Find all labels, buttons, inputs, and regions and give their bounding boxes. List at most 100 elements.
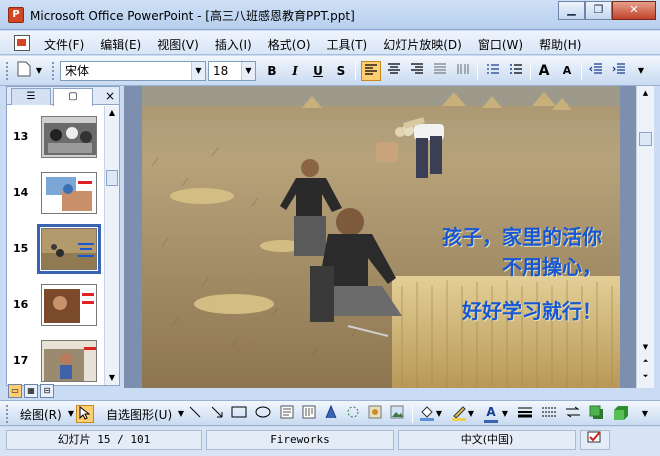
clipart-icon[interactable] — [366, 405, 384, 423]
shrink-font-button[interactable]: A — [557, 61, 577, 81]
slide-sorter-icon[interactable]: ▦ — [24, 384, 38, 398]
scroll-down-icon[interactable]: ▼ — [639, 342, 652, 353]
decrease-indent-button[interactable] — [586, 61, 606, 81]
bullets-button[interactable] — [506, 61, 526, 81]
thumbnail-row[interactable]: 16 — [7, 280, 105, 332]
font-name-select[interactable]: 宋体 ▼ — [60, 61, 206, 81]
scroll-thumb[interactable] — [106, 170, 118, 186]
menu-edit[interactable]: 编辑(E) — [100, 36, 141, 53]
thumbnail-row[interactable]: 14 — [7, 168, 105, 220]
align-right-button[interactable] — [407, 61, 427, 81]
distribute-button[interactable] — [430, 61, 450, 81]
select-arrow-icon[interactable] — [76, 405, 94, 423]
textbox-tool-icon[interactable] — [278, 405, 296, 423]
tab-outline[interactable]: ☰ — [11, 88, 51, 105]
font-color-icon[interactable]: A — [482, 405, 500, 423]
numbering-button[interactable] — [483, 61, 503, 81]
chevron-down-icon[interactable]: ▼ — [241, 62, 255, 80]
increase-indent-button[interactable] — [609, 61, 629, 81]
wordart-icon[interactable] — [322, 404, 340, 423]
font-size-select[interactable]: 18 ▼ — [208, 61, 256, 81]
rectangle-tool-icon[interactable] — [230, 405, 248, 423]
toolbar-separator — [477, 62, 478, 80]
menu-slideshow[interactable]: 幻灯片放映(D) — [383, 36, 462, 53]
menu-format[interactable]: 格式(O) — [268, 36, 311, 53]
powerpoint-icon[interactable]: P — [8, 7, 24, 23]
toolbar-grip[interactable] — [6, 405, 9, 423]
scroll-thumb[interactable] — [639, 132, 652, 146]
slide-position: 幻灯片 15 / 101 — [6, 430, 202, 450]
chevron-down-icon[interactable]: ▼ — [191, 62, 205, 80]
chevron-down-icon[interactable]: ▼ — [34, 61, 44, 81]
toolbar-grip[interactable] — [52, 62, 55, 80]
autoshapes-button[interactable]: 自选图形(U) — [106, 406, 172, 423]
arrow-style-icon[interactable] — [564, 405, 582, 423]
dash-style-icon[interactable] — [540, 405, 558, 423]
bold-button[interactable]: B — [262, 61, 282, 81]
menu-tools[interactable]: 工具(T) — [327, 36, 368, 53]
chevron-down-icon[interactable]: ▼ — [434, 405, 444, 423]
thumbnail-scrollbar[interactable]: ▲ ▼ — [104, 106, 119, 385]
slide-editing-area: 孩子，家里的活你 不用操心， 好好学习就行！ — [124, 86, 636, 388]
shadow-button[interactable]: S — [331, 61, 351, 81]
diagram-icon[interactable] — [344, 405, 362, 423]
next-slide-icon[interactable]: ⏷ — [639, 371, 652, 382]
tab-slides[interactable]: ▢ — [53, 88, 93, 106]
toolbar-grip[interactable] — [6, 62, 9, 80]
grow-font-button[interactable]: A — [534, 61, 554, 81]
slideshow-view-icon[interactable]: ⊟ — [40, 384, 54, 398]
slide-thumbnail[interactable] — [41, 172, 97, 214]
shadow-style-icon[interactable] — [588, 405, 606, 423]
menu-insert[interactable]: 插入(I) — [215, 36, 252, 53]
slide-scrollbar[interactable]: ▲ ▼ ⏶ ⏷ — [636, 86, 654, 388]
align-center-button[interactable] — [384, 61, 404, 81]
normal-view-icon[interactable]: ▭ — [8, 384, 22, 398]
close-icon[interactable]: × — [105, 88, 115, 104]
thumbnail-row[interactable]: 15 — [7, 224, 105, 276]
current-slide[interactable]: 孩子，家里的活你 不用操心， 好好学习就行！ — [142, 86, 620, 388]
pane-tabs: ☰ ▢ × — [7, 87, 119, 106]
menu-view[interactable]: 视图(V) — [157, 36, 199, 53]
menu-help[interactable]: 帮助(H) — [539, 36, 581, 53]
document-icon[interactable] — [14, 35, 30, 51]
line-tool-icon[interactable] — [186, 405, 204, 423]
3d-style-icon[interactable] — [612, 405, 630, 423]
draw-menu-button[interactable]: 绘图(R) — [20, 406, 62, 423]
slide-thumbnail[interactable] — [41, 284, 97, 326]
underline-button[interactable]: U — [308, 61, 328, 81]
slide-thumbnail-selected[interactable] — [37, 224, 101, 274]
insert-picture-icon[interactable] — [388, 405, 406, 423]
scroll-down-icon[interactable]: ▼ — [106, 372, 118, 384]
previous-slide-icon[interactable]: ⏶ — [639, 356, 652, 367]
close-button[interactable]: ✕ — [612, 1, 656, 20]
toolbar-options-icon[interactable]: ▼ — [636, 405, 654, 423]
oval-tool-icon[interactable] — [254, 405, 272, 423]
spellcheck-icon[interactable] — [580, 430, 610, 450]
menu-file[interactable]: 文件(F) — [44, 36, 84, 53]
line-style-icon[interactable] — [516, 405, 534, 423]
toolbar-separator — [412, 405, 413, 423]
slide-caption[interactable]: 孩子，家里的活你 不用操心， 好好学习就行！ — [442, 222, 602, 326]
slide-thumbnail[interactable] — [41, 340, 97, 382]
vertical-textbox-icon[interactable] — [300, 405, 318, 423]
menu-window[interactable]: 窗口(W) — [478, 36, 523, 53]
bullet-list-icon — [510, 64, 522, 74]
chevron-down-icon[interactable]: ▼ — [466, 405, 476, 423]
thumbnail-row[interactable]: 13 — [7, 112, 105, 164]
scroll-up-icon[interactable]: ▲ — [106, 107, 118, 119]
align-left-button[interactable] — [361, 61, 381, 81]
thumbnail-row[interactable]: 17 — [7, 336, 105, 385]
minimize-button[interactable]: ▁ — [558, 1, 585, 20]
italic-button[interactable]: I — [285, 61, 305, 81]
scroll-up-icon[interactable]: ▲ — [639, 88, 652, 99]
toolbar-options-icon[interactable]: ▼ — [634, 61, 648, 81]
new-document-icon[interactable] — [14, 61, 34, 81]
restore-button[interactable]: ❐ — [585, 1, 612, 20]
caption-line-1: 孩子，家里的活你 — [442, 225, 602, 249]
view-buttons: ▭ ▦ ⊟ — [8, 384, 54, 400]
window-title: Microsoft Office PowerPoint - [高三八班感恩教育P… — [30, 9, 355, 23]
columns-button[interactable] — [453, 61, 473, 81]
arrow-tool-icon[interactable] — [208, 405, 226, 423]
chevron-down-icon[interactable]: ▼ — [500, 405, 510, 423]
slide-thumbnail[interactable] — [41, 116, 97, 158]
